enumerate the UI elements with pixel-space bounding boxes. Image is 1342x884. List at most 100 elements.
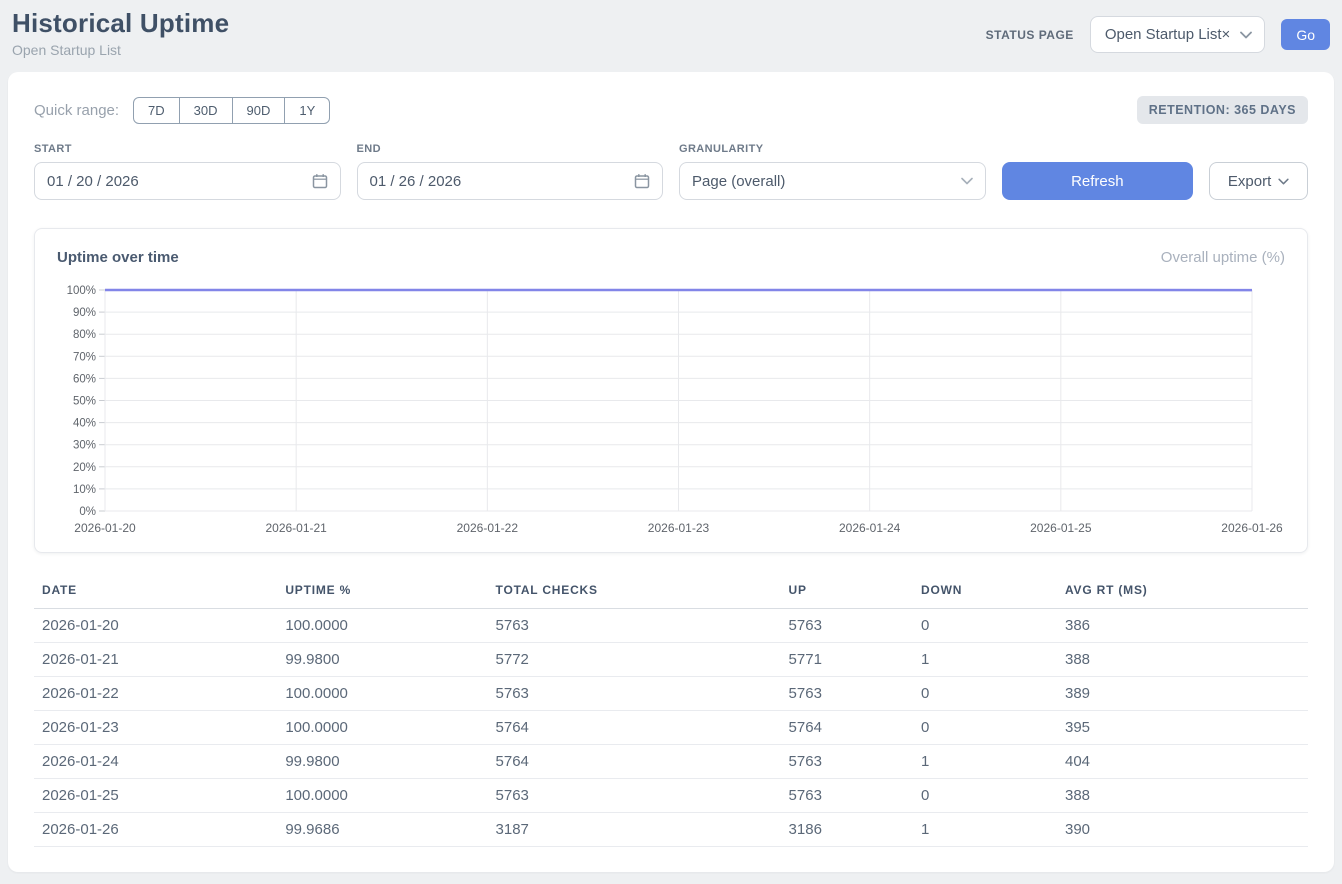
table-cell: 390 bbox=[1057, 813, 1308, 847]
status-page-label: STATUS PAGE bbox=[986, 28, 1074, 42]
svg-text:10%: 10% bbox=[73, 484, 96, 496]
svg-text:30%: 30% bbox=[73, 440, 96, 452]
table-cell: 395 bbox=[1057, 711, 1308, 745]
column-header: UP bbox=[781, 577, 913, 609]
svg-text:50%: 50% bbox=[73, 396, 96, 408]
filter-form-row: START 01 / 20 / 2026 END 01 / 26 / 2026 bbox=[34, 143, 1308, 200]
svg-text:100%: 100% bbox=[67, 285, 96, 297]
svg-text:2026-01-24: 2026-01-24 bbox=[839, 521, 901, 535]
quick-range-90d[interactable]: 90D bbox=[232, 97, 286, 124]
quick-range-30d[interactable]: 30D bbox=[179, 97, 233, 124]
table-cell: 5763 bbox=[488, 677, 781, 711]
start-date-value: 01 / 20 / 2026 bbox=[47, 173, 312, 190]
column-header: DOWN bbox=[913, 577, 1057, 609]
column-header: TOTAL CHECKS bbox=[488, 577, 781, 609]
table-row: 2026-01-2199.9800577257711388 bbox=[34, 643, 1308, 677]
start-date-label: START bbox=[34, 143, 341, 155]
table-cell: 0 bbox=[913, 711, 1057, 745]
refresh-button[interactable]: Refresh bbox=[1002, 162, 1194, 200]
page-title: Historical Uptime bbox=[12, 8, 229, 39]
table-row: 2026-01-2499.9800576457631404 bbox=[34, 745, 1308, 779]
table-cell: 5763 bbox=[781, 609, 913, 643]
page-subtitle: Open Startup List bbox=[12, 42, 229, 58]
table-cell: 99.9800 bbox=[277, 745, 487, 779]
chart-header: Uptime over time Overall uptime (%) bbox=[57, 249, 1285, 266]
svg-text:0%: 0% bbox=[79, 506, 96, 518]
end-date-value: 01 / 26 / 2026 bbox=[370, 173, 635, 190]
page-header: Historical Uptime Open Startup List STAT… bbox=[0, 0, 1342, 70]
table-cell: 1 bbox=[913, 813, 1057, 847]
column-header: AVG RT (MS) bbox=[1057, 577, 1308, 609]
table-cell: 5772 bbox=[488, 643, 781, 677]
main-panel: Quick range: 7D30D90D1Y RETENTION: 365 D… bbox=[8, 72, 1334, 872]
chevron-down-icon bbox=[961, 177, 973, 185]
calendar-icon[interactable] bbox=[634, 173, 650, 189]
start-date-input[interactable]: 01 / 20 / 2026 bbox=[34, 162, 341, 200]
status-page-selected-value: Open Startup List× bbox=[1105, 26, 1231, 43]
table-cell: 388 bbox=[1057, 643, 1308, 677]
table-cell: 2026-01-24 bbox=[34, 745, 277, 779]
uptime-chart-svg: 0% 10% 20% 30% 40% 50% 60% 70% 80% 90% 100% 2026-01… bbox=[57, 280, 1285, 538]
table-row: 2026-01-25100.0000576357630388 bbox=[34, 779, 1308, 813]
quick-range-row: Quick range: 7D30D90D1Y RETENTION: 365 D… bbox=[34, 96, 1308, 124]
granularity-select[interactable]: Page (overall) bbox=[679, 162, 986, 200]
svg-text:70%: 70% bbox=[73, 351, 96, 363]
chevron-down-icon bbox=[1278, 178, 1289, 185]
header-controls: STATUS PAGE Open Startup List× Go bbox=[986, 16, 1330, 53]
end-date-field: END 01 / 26 / 2026 bbox=[357, 143, 664, 200]
table-cell: 100.0000 bbox=[277, 609, 487, 643]
svg-text:2026-01-25: 2026-01-25 bbox=[1030, 521, 1092, 535]
svg-text:40%: 40% bbox=[73, 418, 96, 430]
table-cell: 100.0000 bbox=[277, 677, 487, 711]
table-cell: 389 bbox=[1057, 677, 1308, 711]
table-row: 2026-01-2699.9686318731861390 bbox=[34, 813, 1308, 847]
table-cell: 5771 bbox=[781, 643, 913, 677]
status-page-select[interactable]: Open Startup List× bbox=[1090, 16, 1266, 53]
table-cell: 5764 bbox=[781, 711, 913, 745]
granularity-selected-value: Page (overall) bbox=[692, 173, 961, 190]
svg-text:2026-01-21: 2026-01-21 bbox=[265, 521, 327, 535]
table-cell: 388 bbox=[1057, 779, 1308, 813]
table-cell: 1 bbox=[913, 643, 1057, 677]
svg-text:80%: 80% bbox=[73, 329, 96, 341]
export-button-label: Export bbox=[1228, 173, 1271, 190]
quick-range-1y[interactable]: 1Y bbox=[284, 97, 330, 124]
end-date-input[interactable]: 01 / 26 / 2026 bbox=[357, 162, 664, 200]
end-date-label: END bbox=[357, 143, 664, 155]
table-cell: 5764 bbox=[488, 745, 781, 779]
table-row: 2026-01-20100.0000576357630386 bbox=[34, 609, 1308, 643]
svg-text:20%: 20% bbox=[73, 462, 96, 474]
table-cell: 2026-01-22 bbox=[34, 677, 277, 711]
quick-range-group: 7D30D90D1Y bbox=[133, 97, 330, 124]
table-cell: 99.9686 bbox=[277, 813, 487, 847]
svg-text:60%: 60% bbox=[73, 373, 96, 385]
table-header: DATEUPTIME %TOTAL CHECKSUPDOWNAVG RT (MS… bbox=[34, 577, 1308, 609]
uptime-table: DATEUPTIME %TOTAL CHECKSUPDOWNAVG RT (MS… bbox=[34, 577, 1308, 847]
svg-text:90%: 90% bbox=[73, 307, 96, 319]
quick-range-label: Quick range: bbox=[34, 102, 119, 119]
table-cell: 5763 bbox=[488, 609, 781, 643]
table-cell: 2026-01-21 bbox=[34, 643, 277, 677]
table-cell: 2026-01-23 bbox=[34, 711, 277, 745]
granularity-label: GRANULARITY bbox=[679, 143, 986, 155]
table-row: 2026-01-23100.0000576457640395 bbox=[34, 711, 1308, 745]
table-cell: 2026-01-25 bbox=[34, 779, 277, 813]
table-body: 2026-01-20100.00005763576303862026-01-21… bbox=[34, 609, 1308, 847]
table-cell: 0 bbox=[913, 609, 1057, 643]
column-header: DATE bbox=[34, 577, 277, 609]
quick-range-7d[interactable]: 7D bbox=[133, 97, 180, 124]
calendar-icon[interactable] bbox=[312, 173, 328, 189]
go-button[interactable]: Go bbox=[1281, 19, 1330, 50]
table-cell: 5763 bbox=[488, 779, 781, 813]
table-row: 2026-01-22100.0000576357630389 bbox=[34, 677, 1308, 711]
table-cell: 5763 bbox=[781, 745, 913, 779]
export-button[interactable]: Export bbox=[1209, 162, 1308, 200]
table-cell: 2026-01-20 bbox=[34, 609, 277, 643]
table-cell: 5763 bbox=[781, 677, 913, 711]
table-cell: 99.9800 bbox=[277, 643, 487, 677]
title-block: Historical Uptime Open Startup List bbox=[12, 8, 229, 58]
table-cell: 0 bbox=[913, 779, 1057, 813]
table-cell: 0 bbox=[913, 677, 1057, 711]
table-cell: 404 bbox=[1057, 745, 1308, 779]
svg-text:2026-01-23: 2026-01-23 bbox=[648, 521, 710, 535]
